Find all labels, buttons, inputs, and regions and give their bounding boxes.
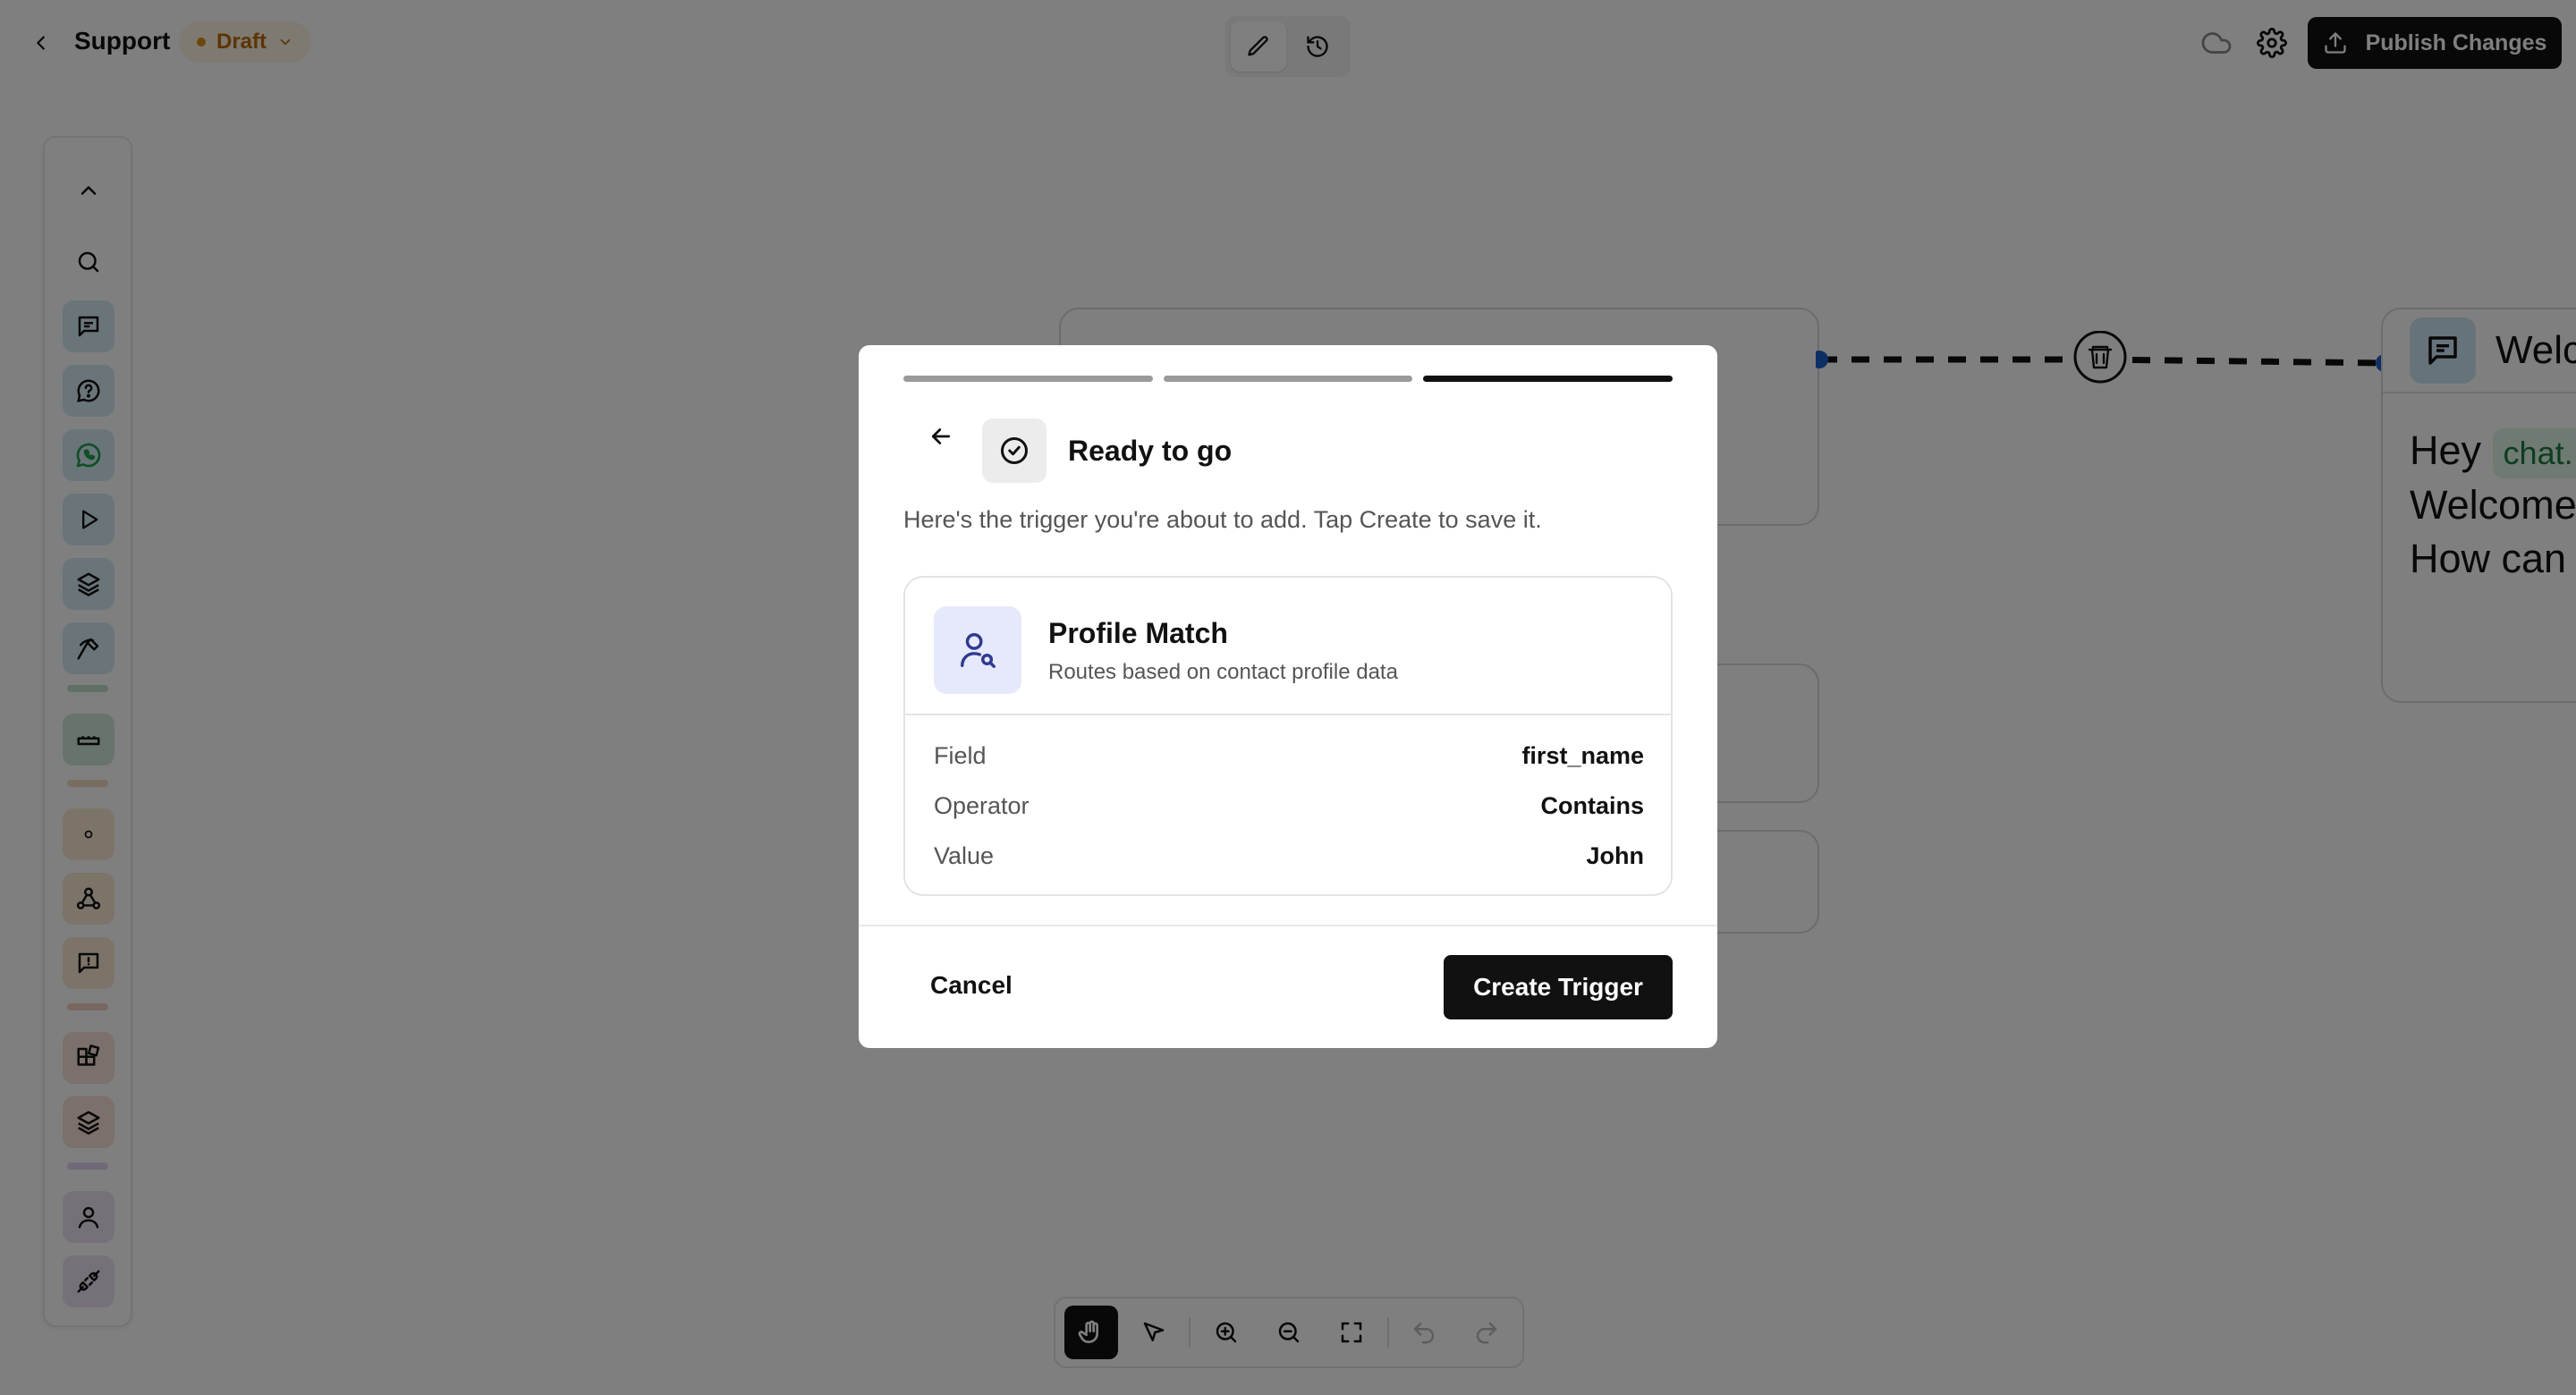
- user-search-icon: [934, 606, 1021, 694]
- row-label: Field: [934, 742, 987, 769]
- trigger-row-field: Field first_name: [934, 742, 1644, 770]
- row-label: Value: [934, 842, 995, 869]
- cancel-button[interactable]: Cancel: [930, 971, 1013, 1000]
- row-value: Contains: [1540, 792, 1644, 819]
- create-trigger-dialog: Ready to go Here's the trigger you're ab…: [859, 345, 1717, 1048]
- trigger-row-value: Value John: [934, 842, 1644, 870]
- trigger-name: Profile Match: [1048, 617, 1228, 649]
- row-value: John: [1586, 842, 1645, 869]
- dialog-back-button[interactable]: [921, 417, 961, 456]
- arrow-left-icon: [928, 423, 954, 450]
- row-value: first_name: [1521, 742, 1644, 769]
- progress-step-current: [1423, 376, 1674, 382]
- trigger-subtitle: Routes based on contact profile data: [1048, 660, 1398, 684]
- row-label: Operator: [934, 792, 1030, 819]
- progress-step: [903, 376, 1153, 382]
- trigger-header: Profile Match Routes based on contact pr…: [905, 578, 1671, 715]
- create-trigger-button[interactable]: Create Trigger: [1444, 955, 1673, 1019]
- dialog-title: Ready to go: [1068, 435, 1233, 467]
- dialog-footer-divider: [859, 925, 1717, 926]
- progress-step: [1163, 376, 1413, 382]
- step-progress: [903, 376, 1674, 383]
- dialog-description: Here's the trigger you're about to add. …: [903, 506, 1542, 533]
- check-circle-icon: [982, 418, 1046, 483]
- trigger-summary-card: Profile Match Routes based on contact pr…: [903, 576, 1673, 896]
- trigger-row-operator: Operator Contains: [934, 792, 1644, 820]
